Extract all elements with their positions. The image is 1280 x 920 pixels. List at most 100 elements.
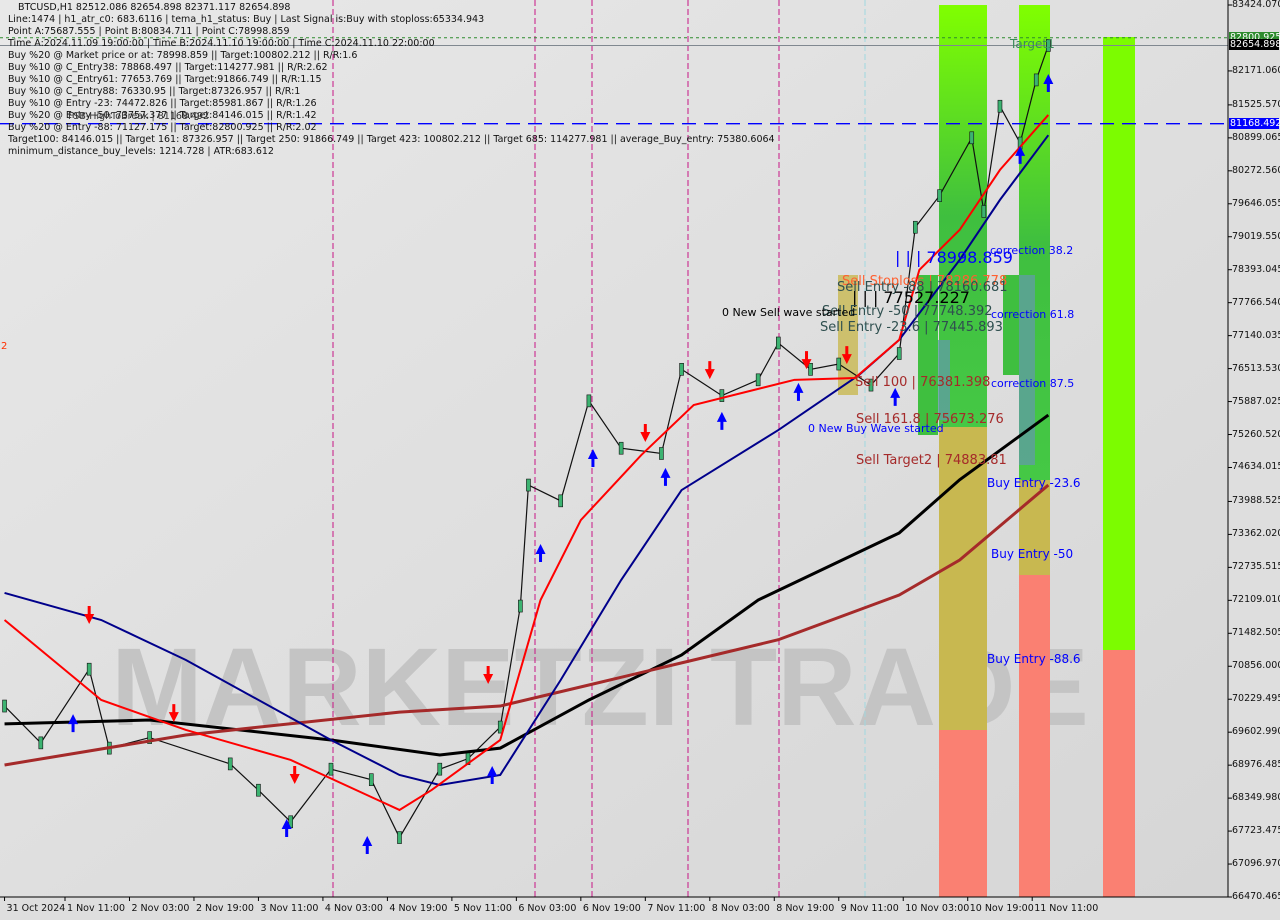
y-tick-label: 81525.570 [1232,98,1280,110]
x-tick-label: 3 Nov 11:00 [260,903,319,914]
sell-100-label: Sell 100 | 76381.398 [855,375,991,390]
y-tick-label: 78393.045 [1232,263,1280,275]
x-tick-label: 4 Nov 19:00 [389,903,448,914]
y-tick-label: 80272.560 [1232,164,1280,176]
x-tick-label: 10 Nov 19:00 [969,903,1034,914]
candle [526,478,531,492]
y-tick-label: 74634.015 [1232,461,1280,473]
x-tick-label: 6 Nov 19:00 [582,903,641,914]
x-tick-label: 9 Nov 11:00 [840,903,899,914]
y-tick-label: 79019.550 [1232,230,1280,242]
x-tick-label: 4 Nov 03:00 [324,903,383,914]
y-tick-label: 66470.465 [1232,891,1280,902]
candle [86,662,92,676]
candle [913,220,918,234]
info-line: Buy %10 @ Entry -23: 74472.826 || Target… [8,98,317,109]
candle [618,441,624,455]
candle [38,736,44,750]
y-tick-label: 77766.540 [1232,296,1280,308]
info-line: Target100: 84146.015 || Target 161: 8732… [8,134,775,145]
candle [997,99,1003,113]
x-tick-label: 2 Nov 03:00 [131,903,190,914]
buy-entry-886-label: Buy Entry -88.6 [987,652,1081,666]
candle [2,699,7,713]
chart-window: MARKETZI TRADE BTCUSD,H1 82512.086 82654… [0,0,1280,920]
x-tick-label: 5 Nov 11:00 [453,903,512,914]
y-tick-label: 67723.475 [1232,825,1280,837]
x-tick-label: 31 Oct 2024 [6,903,66,914]
price-badge: 82654.898 [1229,39,1280,51]
x-tick-label: 10 Nov 03:00 [905,903,970,914]
y-tick-label: 67096.970 [1232,858,1280,870]
y-tick-label: 76513.530 [1232,362,1280,374]
buy-entry-50-label: Buy Entry -50 [991,547,1074,561]
y-tick-label: 80899.065 [1232,131,1280,143]
info-line: Buy %10 @ C_Entry38: 78868.497 || Target… [8,62,328,73]
y-tick-label: 77140.035 [1232,329,1280,341]
price-badge: 81168.492 [1229,117,1280,129]
info-line: Time A:2024.11.09 19:00:00 | Time B:2024… [8,38,435,49]
candle [679,363,684,376]
y-tick-label: 73988.525 [1232,495,1280,507]
symbol-ohlc: BTCUSD,H1 82512.086 82654.898 82371.117 … [18,2,291,13]
zone-salmon [1019,575,1050,897]
candle [719,389,725,402]
candle [1033,73,1039,87]
candle [437,762,443,776]
y-tick-label: 72109.010 [1232,594,1280,606]
x-tick-label: 1 Nov 11:00 [67,903,126,914]
candle [896,347,902,360]
correction-61-label: correction 61.8 [991,308,1075,321]
info-line: minimum_distance_buy_levels: 1214.728 | … [8,146,274,157]
y-tick-label: 71482.505 [1232,627,1280,639]
candle [659,447,664,460]
zone-salmon [1103,650,1135,897]
candle [256,783,261,797]
y-tick-label: 73362.020 [1232,528,1280,540]
y-tick-label: 70856.000 [1232,660,1280,672]
candle [755,373,761,387]
new-sell-wave-label: 0 New Sell wave started [722,306,856,319]
new-buy-wave-label: 0 New Buy Wave started [808,422,944,435]
x-tick-label: 8 Nov 19:00 [776,903,835,914]
x-tick-label: 8 Nov 03:00 [711,903,770,914]
candle [497,720,503,734]
x-tick-label: 7 Nov 11:00 [647,903,706,914]
info-line: Buy %10 @ C_Entry61: 77653.769 || Target… [8,74,322,85]
y-tick-label: 75887.025 [1232,395,1280,407]
candle [518,599,523,613]
candle [558,494,563,508]
y-tick-label: 82171.060 [1232,64,1280,76]
candle [368,773,374,786]
x-tick-label: 6 Nov 03:00 [518,903,577,914]
buy-entry-236-label: Buy Entry -23.6 [987,476,1081,490]
correction-87-label: correction 87.5 [991,377,1075,390]
info-line: Buy %20 @ Market price or at: 78998.859 … [8,50,358,61]
candle [937,189,942,202]
zone-salmon [939,730,987,897]
y-tick-label: 69602.990 [1232,726,1280,738]
zone-green [1103,37,1135,650]
candle [808,363,813,376]
y-tick-label: 68349.980 [1232,792,1280,804]
point-c-label: | | | 78998.859 [895,248,1013,267]
candle [836,357,842,371]
candle [397,831,402,844]
sell-entry-236-label: Sell Entry -23.6 | 77445.893 [820,320,1003,335]
info-line: Point A:75687.555 | Point B:80834.711 | … [8,26,290,37]
info-line: Buy %20 @ Entry -88: 71127.175 || Target… [8,122,317,133]
candle [969,131,975,145]
target1-label: Target1 [1010,37,1055,51]
candle [328,762,334,776]
candle [227,757,233,771]
info-line: Line:1474 | h1_atr_c0: 683.6116 | tema_h… [8,14,485,25]
fsb-label: FSB-HighToBreak | 81168.492 [68,111,210,122]
left-edge-mark: 2 [1,341,8,352]
sell-target2-label: Sell Target2 | 74883.81 [856,453,1007,468]
candle [776,336,781,350]
y-tick-label: 83424.070 [1232,0,1280,10]
y-tick-label: 79646.055 [1232,197,1280,209]
x-tick-label: 2 Nov 19:00 [195,903,254,914]
x-tick-label: 11 Nov 11:00 [1034,903,1099,914]
y-tick-label: 70229.495 [1232,693,1280,705]
